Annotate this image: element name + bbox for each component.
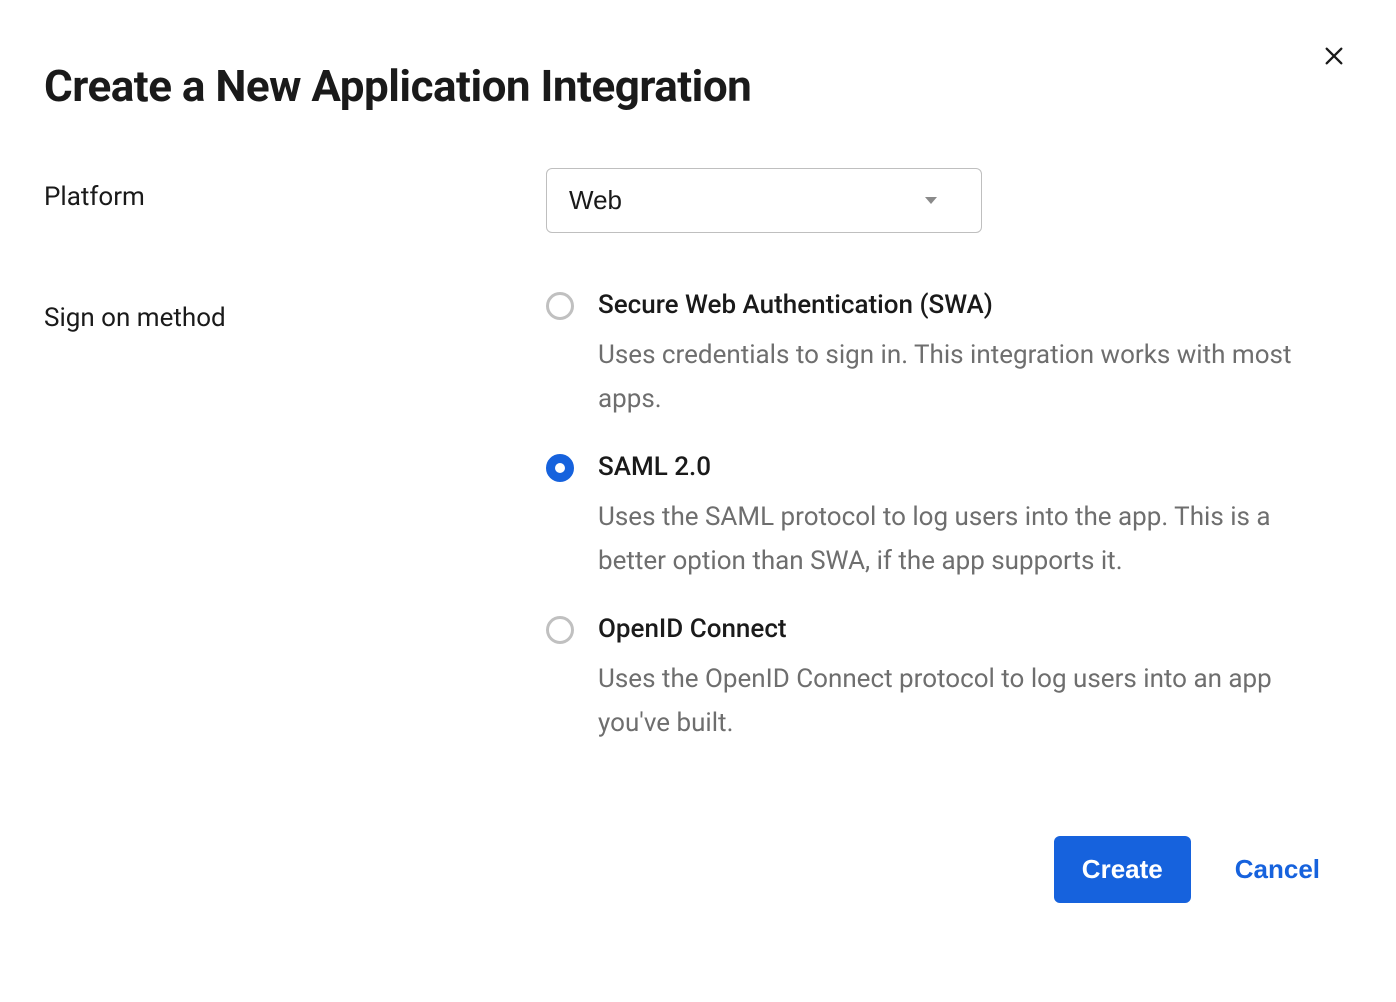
platform-label: Platform xyxy=(44,168,546,212)
create-button[interactable]: Create xyxy=(1054,836,1191,903)
radio-option-swa[interactable]: Secure Web Authentication (SWA) Uses cre… xyxy=(546,289,1352,421)
radio-oidc-title: OpenID Connect xyxy=(598,613,1332,647)
signon-method-label: Sign on method xyxy=(44,289,546,333)
platform-select[interactable]: Web xyxy=(546,168,982,233)
platform-select-value: Web xyxy=(569,185,622,216)
modal-title: Create a New Application Integration xyxy=(44,60,1352,112)
radio-oidc-content: OpenID Connect Uses the OpenID Connect p… xyxy=(598,613,1352,745)
radio-saml-description: Uses the SAML protocol to log users into… xyxy=(598,495,1332,583)
radio-option-saml[interactable]: SAML 2.0 Uses the SAML protocol to log u… xyxy=(546,451,1352,583)
platform-control: Web xyxy=(546,168,1352,233)
close-icon xyxy=(1323,45,1345,67)
radio-saml[interactable] xyxy=(546,454,574,482)
create-app-integration-modal: Create a New Application Integration Pla… xyxy=(0,0,1396,947)
radio-option-oidc[interactable]: OpenID Connect Uses the OpenID Connect p… xyxy=(546,613,1352,745)
radio-oidc[interactable] xyxy=(546,616,574,644)
radio-oidc-description: Uses the OpenID Connect protocol to log … xyxy=(598,657,1332,745)
cancel-button[interactable]: Cancel xyxy=(1235,854,1320,885)
radio-swa-description: Uses credentials to sign in. This integr… xyxy=(598,333,1332,421)
signon-method-row: Sign on method Secure Web Authentication… xyxy=(44,289,1352,746)
modal-footer: Create Cancel xyxy=(44,836,1352,903)
close-button[interactable] xyxy=(1320,42,1348,70)
radio-saml-title: SAML 2.0 xyxy=(598,451,1332,485)
radio-saml-content: SAML 2.0 Uses the SAML protocol to log u… xyxy=(598,451,1352,583)
platform-select-wrapper: Web xyxy=(546,168,982,233)
signon-method-options: Secure Web Authentication (SWA) Uses cre… xyxy=(546,289,1352,746)
radio-swa-title: Secure Web Authentication (SWA) xyxy=(598,289,1332,323)
radio-swa[interactable] xyxy=(546,292,574,320)
platform-row: Platform Web xyxy=(44,168,1352,233)
chevron-down-icon xyxy=(925,197,937,204)
radio-swa-content: Secure Web Authentication (SWA) Uses cre… xyxy=(598,289,1352,421)
